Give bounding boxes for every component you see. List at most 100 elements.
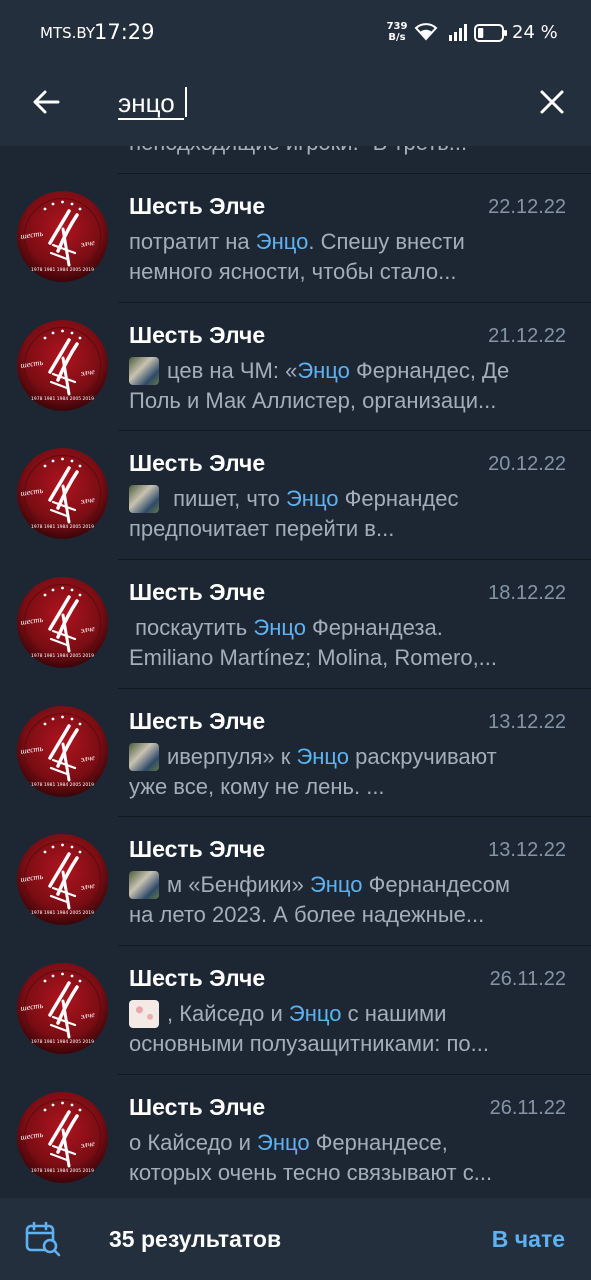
media-thumbnail xyxy=(129,871,159,900)
highlighted-match: Энцо xyxy=(288,1001,342,1027)
search-result-item[interactable]: шесть элче 1978 1981 1984 2005 2019 Шест… xyxy=(0,946,591,1075)
media-thumbnail xyxy=(129,356,159,385)
result-date: 20.12.22 xyxy=(488,453,566,476)
results-count: 35 результатов xyxy=(109,1226,282,1252)
svg-text:1978 1981 1984 2005 2019: 1978 1981 1984 2005 2019 xyxy=(31,910,94,916)
snippet-text: иверпуля» к xyxy=(167,743,297,769)
result-date: 26.11.22 xyxy=(489,968,566,991)
bottom-bar: 35 результатов В чате xyxy=(0,1198,591,1280)
chat-name: Шесть Элче xyxy=(129,321,266,348)
result-snippet-line: м «Бенфики» Энцо Фернандесом xyxy=(129,870,549,900)
shest-elche-logo-icon: шесть элче 1978 1981 1984 2005 2019 xyxy=(17,448,108,540)
snippet-text: раскручивают xyxy=(349,743,497,769)
clear-search-button[interactable] xyxy=(532,82,572,122)
result-snippet: иверпуля» к Энцо раскручивают уже все, к… xyxy=(129,742,549,802)
media-thumbnail xyxy=(129,1000,159,1029)
shest-elche-logo-icon: шесть элче 1978 1981 1984 2005 2019 xyxy=(17,1091,108,1183)
shest-elche-logo-icon: шесть элче 1978 1981 1984 2005 2019 xyxy=(17,963,108,1055)
search-result-item[interactable]: шесть элче 1978 1981 1984 2005 2019 Шест… xyxy=(0,174,591,303)
result-snippet-line: немного ясности, чтобы стало... xyxy=(129,259,457,284)
result-snippet: , Кайседо и Энцо с нашими основными полу… xyxy=(129,999,549,1059)
search-result-item[interactable]: шесть элче 1978 1981 1984 2005 2019 Шест… xyxy=(0,689,591,818)
svg-text:1978 1981 1984 2005 2019: 1978 1981 1984 2005 2019 xyxy=(31,524,94,530)
search-input[interactable] xyxy=(118,84,418,122)
status-bar: MTS.BY 17:29 739 B/s 24 % xyxy=(0,0,591,66)
signal-icon xyxy=(448,22,470,46)
back-button[interactable] xyxy=(26,82,66,122)
calendar-button[interactable] xyxy=(24,1220,62,1258)
snippet-text: Фернандесе, xyxy=(309,1129,448,1155)
clock: 17:29 xyxy=(94,20,155,44)
result-date: 26.11.22 xyxy=(489,1096,566,1119)
result-snippet-line: предпочитает перейти в... xyxy=(129,516,395,542)
result-date: 13.12.22 xyxy=(488,710,566,733)
result-snippet-line: основными полузащитниками: по... xyxy=(129,1031,489,1057)
result-snippet: пишет, что Энцо Фернандес предпочитает п… xyxy=(129,484,549,544)
highlighted-match: Энцо xyxy=(253,615,306,641)
result-snippet: потратит на Энцо. Спешу внести немного я… xyxy=(129,227,549,287)
chat-name: Шесть Элче xyxy=(129,193,266,219)
svg-text:1978 1981 1984 2005 2019: 1978 1981 1984 2005 2019 xyxy=(31,653,94,659)
wifi-icon xyxy=(414,22,438,46)
channel-avatar: шесть элче 1978 1981 1984 2005 2019 xyxy=(17,1091,108,1183)
channel-avatar: шесть элче 1978 1981 1984 2005 2019 xyxy=(17,963,108,1055)
search-underline xyxy=(118,118,184,120)
result-snippet-line: поскаутить Энцо Фернандеза. xyxy=(129,613,549,643)
result-date: 13.12.22 xyxy=(488,839,566,862)
header: MTS.BY 17:29 739 B/s 24 % энцо xyxy=(0,0,591,146)
chat-name: Шесть Элче xyxy=(129,707,266,734)
chat-name: Шесть Элче xyxy=(129,1093,266,1120)
shest-elche-logo-icon: шесть элче 1978 1981 1984 2005 2019 xyxy=(17,577,108,669)
channel-avatar: шесть элче 1978 1981 1984 2005 2019 xyxy=(17,705,108,797)
result-date: 21.12.22 xyxy=(488,324,566,347)
search-result-item[interactable]: шесть элче 1978 1981 1984 2005 2019 Шест… xyxy=(0,560,591,689)
result-date: 22.12.22 xyxy=(488,196,566,218)
search-result-item[interactable]: шесть элче 1978 1981 1984 2005 2019 Шест… xyxy=(0,303,591,432)
result-snippet-line: пишет, что Энцо Фернандес xyxy=(129,484,549,514)
media-thumbnail xyxy=(129,485,159,514)
result-snippet-line: уже все, кому не лень. ... xyxy=(129,773,385,799)
snippet-text: , Кайседо и xyxy=(167,1001,289,1027)
svg-text:1978 1981 1984 2005 2019: 1978 1981 1984 2005 2019 xyxy=(31,1168,94,1174)
shest-elche-logo-icon: шесть элче 1978 1981 1984 2005 2019 xyxy=(17,834,108,926)
channel-avatar: шесть элче 1978 1981 1984 2005 2019 xyxy=(17,319,108,411)
result-snippet: о Кайседо и Энцо Фернандесе, которых оче… xyxy=(129,1128,549,1188)
svg-text:1978 1981 1984 2005 2019: 1978 1981 1984 2005 2019 xyxy=(31,267,94,273)
shest-elche-logo-icon: шесть элче 1978 1981 1984 2005 2019 xyxy=(17,705,108,797)
result-snippet-line: на лето 2023. А более надежные... xyxy=(129,902,485,928)
result-snippet-line: которых очень тесно связывают с... xyxy=(129,1159,493,1185)
svg-text:1978 1981 1984 2005 2019: 1978 1981 1984 2005 2019 xyxy=(31,396,94,402)
snippet-text: Фернандесом xyxy=(362,872,511,898)
search-result-item[interactable]: шесть элче 1978 1981 1984 2005 2019 Шест… xyxy=(0,1075,591,1204)
result-snippet-line: потратит на Энцо. Спешу внести xyxy=(129,227,549,257)
network-speed-unit: B/s xyxy=(388,32,406,43)
highlighted-match: Энцо xyxy=(285,486,339,512)
search-result-item[interactable]: шесть элче 1978 1981 1984 2005 2019 Шест… xyxy=(0,817,591,947)
snippet-text: о Кайседо и xyxy=(129,1129,258,1155)
battery-percent: 24 % xyxy=(512,22,558,43)
in-chat-button[interactable]: В чате xyxy=(492,1226,565,1253)
chat-name: Шесть Элче xyxy=(129,965,266,992)
channel-avatar: шесть элче 1978 1981 1984 2005 2019 xyxy=(17,834,108,926)
highlighted-match: Энцо xyxy=(296,743,350,769)
result-snippet-line: Поль и Мак Аллистер, организаци... xyxy=(129,387,497,413)
chat-name: Шесть Элче xyxy=(129,836,266,863)
highlighted-match: Энцо xyxy=(255,229,309,254)
search-result-item[interactable]: шесть элче 1978 1981 1984 2005 2019 Шест… xyxy=(0,431,591,561)
result-snippet: поскаутить Энцо Фернандеза. Emiliano Mar… xyxy=(129,613,549,673)
result-snippet-line: о Кайседо и Энцо Фернандесе, xyxy=(129,1128,549,1158)
highlighted-match: Энцо xyxy=(309,872,363,898)
result-snippet: цев на ЧМ: «Энцо Фернандес, Де Поль и Ма… xyxy=(129,356,549,416)
snippet-text: потратит на xyxy=(129,229,256,254)
calendar-search-icon xyxy=(25,1221,61,1257)
highlighted-match: Энцо xyxy=(297,357,350,383)
snippet-text: . Спешу внести xyxy=(308,229,465,254)
snippet-text: цев на ЧМ: « xyxy=(167,357,298,383)
carrier-label: MTS.BY xyxy=(40,24,96,42)
search-results-list: шесть элче 1978 1981 1984 2005 2019 непо… xyxy=(0,24,591,1204)
media-thumbnail xyxy=(129,742,159,771)
snippet-text: Фернандес xyxy=(338,486,459,512)
shest-elche-logo-icon: шесть элче 1978 1981 1984 2005 2019 xyxy=(17,191,108,282)
snippet-text: Фернандес, Де xyxy=(349,357,510,383)
result-snippet-line: иверпуля» к Энцо раскручивают xyxy=(129,742,549,772)
